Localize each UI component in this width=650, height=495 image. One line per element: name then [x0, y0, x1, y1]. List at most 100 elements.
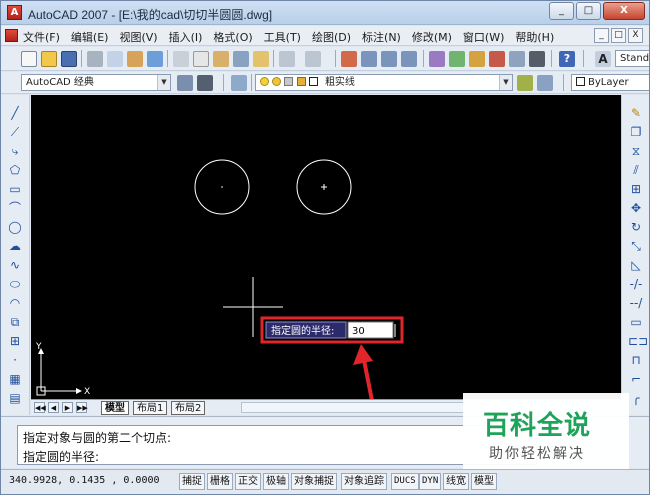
fillet-icon[interactable]: ╭	[628, 390, 644, 406]
menu-view[interactable]: 视图(V)	[119, 29, 157, 45]
scale-icon[interactable]: ⤡	[628, 238, 644, 254]
layer-previous-icon[interactable]	[537, 75, 553, 91]
ellipse-arc-icon[interactable]: ◠	[7, 295, 23, 311]
zoom-window-icon[interactable]	[381, 51, 397, 67]
doc-minimize-button[interactable]: _	[594, 28, 609, 43]
tab-model[interactable]: 模型	[101, 401, 129, 415]
layer-combo[interactable]: 粗实线 ▼	[255, 74, 513, 91]
next-tab-button[interactable]: ▶	[62, 402, 73, 413]
line-icon[interactable]: ╱	[7, 105, 23, 121]
3d-dwf-icon[interactable]	[147, 51, 163, 67]
circle-icon[interactable]: ◯	[7, 219, 23, 235]
drawing-canvas[interactable]: Y X 指定圆的半径: 30	[31, 95, 621, 399]
autocad-app-icon[interactable]: A	[7, 5, 22, 20]
undo-icon[interactable]	[279, 51, 295, 67]
menu-tools[interactable]: 工具(T)	[264, 29, 301, 45]
polar-toggle[interactable]: 极轴	[263, 473, 289, 490]
mirror-icon[interactable]: ⧖	[628, 143, 644, 159]
stretch-icon[interactable]: ◺	[628, 257, 644, 273]
copy-object-icon[interactable]: ❐	[628, 124, 644, 140]
layer-manager-icon[interactable]	[231, 75, 247, 91]
copy-icon[interactable]	[193, 51, 209, 67]
polygon-icon[interactable]: ⬠	[7, 162, 23, 178]
otrack-toggle[interactable]: 对象追踪	[341, 473, 387, 490]
spline-icon[interactable]: ∿	[7, 257, 23, 273]
close-button[interactable]: X	[603, 2, 645, 20]
cut-icon[interactable]	[173, 51, 189, 67]
tab-layout2[interactable]: 布局2	[171, 401, 206, 415]
tool-palettes-icon[interactable]	[469, 51, 485, 67]
maximize-button[interactable]: □	[576, 2, 601, 20]
tab-layout1[interactable]: 布局1	[133, 401, 168, 415]
revision-cloud-icon[interactable]: ☁	[7, 238, 23, 254]
print-preview-icon[interactable]	[107, 51, 123, 67]
help-icon[interactable]: ?	[559, 51, 575, 67]
osnap-toggle[interactable]: 对象捕捉	[291, 473, 337, 490]
dyn-toggle[interactable]: DYN	[419, 473, 442, 490]
menu-insert[interactable]: 插入(I)	[169, 29, 203, 45]
point-icon[interactable]: ·	[7, 352, 23, 368]
grid-toggle[interactable]: 栅格	[207, 473, 233, 490]
menu-window[interactable]: 窗口(W)	[463, 29, 504, 45]
last-tab-button[interactable]: ▶▶	[76, 402, 88, 413]
array-icon[interactable]: ⊞	[628, 181, 644, 197]
extend-icon[interactable]: --/	[628, 295, 644, 311]
chamfer-icon[interactable]: ⌐	[628, 371, 644, 387]
erase-icon[interactable]: ✎	[628, 105, 644, 121]
make-block-icon[interactable]: ⊞	[7, 333, 23, 349]
match-properties-icon[interactable]	[233, 51, 249, 67]
ortho-toggle[interactable]: 正交	[235, 473, 261, 490]
command-history[interactable]: 指定对象与圆的第二个切点: 指定圆的半径:	[17, 425, 537, 465]
polyline-icon[interactable]: ⤷	[7, 143, 23, 159]
workspace-settings-icon[interactable]	[177, 75, 193, 91]
hatch-icon[interactable]: ▦	[7, 371, 23, 387]
sheet-set-icon[interactable]	[489, 51, 505, 67]
insert-block-icon[interactable]: ⧉	[7, 314, 23, 330]
rectangle-icon[interactable]: ▭	[7, 181, 23, 197]
menu-edit[interactable]: 编辑(E)	[71, 29, 109, 45]
make-object-layer-current-icon[interactable]	[517, 75, 533, 91]
ducs-toggle[interactable]: DUCS	[391, 473, 419, 490]
pan-icon[interactable]	[341, 51, 357, 67]
properties-icon[interactable]	[429, 51, 445, 67]
text-style-icon[interactable]: A	[595, 51, 611, 67]
snap-toggle[interactable]: 捕捉	[179, 473, 205, 490]
first-tab-button[interactable]: ◀◀	[34, 402, 46, 413]
quickcalc-icon[interactable]	[529, 51, 545, 67]
menu-dimension[interactable]: 标注(N)	[362, 29, 401, 45]
horizontal-scrollbar[interactable]	[241, 402, 486, 413]
text-style-combo[interactable]: Standa	[615, 50, 649, 67]
chevron-down-icon[interactable]: ▼	[499, 75, 512, 90]
publish-icon[interactable]	[127, 51, 143, 67]
menu-help[interactable]: 帮助(H)	[515, 29, 554, 45]
open-icon[interactable]	[41, 51, 57, 67]
gradient-icon[interactable]: ▤	[7, 390, 23, 406]
arc-icon[interactable]: ⌒	[7, 200, 23, 216]
workspace-combo[interactable]: AutoCAD 经典 ▼	[21, 74, 171, 91]
color-combo[interactable]: ByLayer	[571, 74, 649, 91]
rotate-icon[interactable]: ↻	[628, 219, 644, 235]
break-at-point-icon[interactable]: ▭	[628, 314, 644, 330]
offset-icon[interactable]: ⫽	[628, 162, 644, 178]
print-icon[interactable]	[87, 51, 103, 67]
document-icon[interactable]	[5, 29, 18, 42]
minimize-button[interactable]: _	[549, 2, 574, 20]
doc-restore-button[interactable]: □	[611, 28, 626, 43]
menu-modify[interactable]: 修改(M)	[412, 29, 452, 45]
zoom-previous-icon[interactable]	[401, 51, 417, 67]
chevron-down-icon[interactable]: ▼	[157, 75, 170, 90]
menu-format[interactable]: 格式(O)	[213, 29, 252, 45]
model-toggle[interactable]: 模型	[471, 473, 497, 490]
zoom-realtime-icon[interactable]	[361, 51, 377, 67]
menu-file[interactable]: 文件(F)	[23, 29, 60, 45]
prev-tab-button[interactable]: ◀	[48, 402, 59, 413]
join-icon[interactable]: ⊓	[628, 352, 644, 368]
ellipse-icon[interactable]: ⬭	[7, 276, 23, 292]
construction-line-icon[interactable]: ⟋	[7, 124, 23, 140]
paste-icon[interactable]	[213, 51, 229, 67]
save-icon[interactable]	[61, 51, 77, 67]
markup-icon[interactable]	[509, 51, 525, 67]
doc-close-button[interactable]: X	[628, 28, 643, 43]
menu-draw[interactable]: 绘图(D)	[312, 29, 351, 45]
move-icon[interactable]: ✥	[628, 200, 644, 216]
